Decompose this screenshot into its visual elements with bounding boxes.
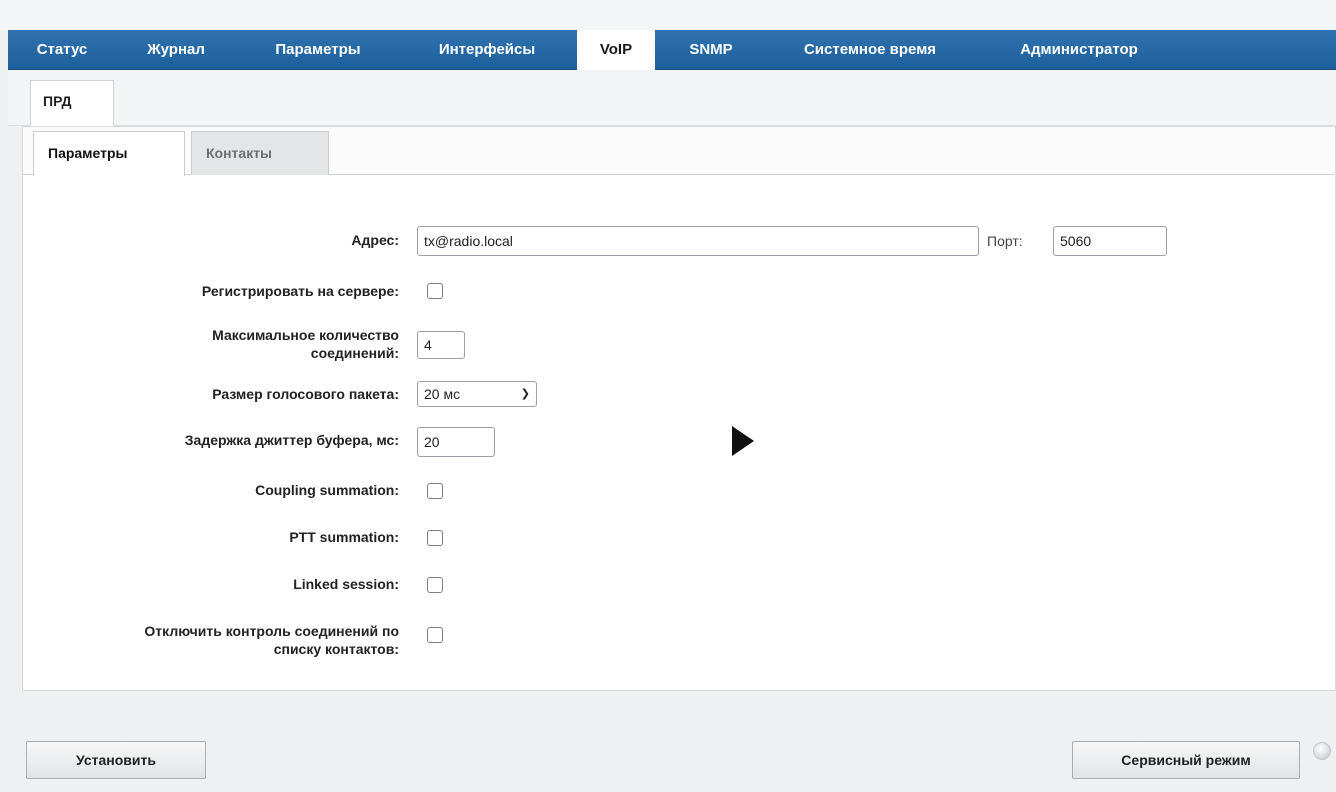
tab-row: Параметры Контакты xyxy=(23,127,1335,176)
nav-tab-administrator[interactable]: Администратор xyxy=(988,30,1170,70)
packet-size-label: Размер голосового пакета: xyxy=(212,386,399,402)
linked-session-label: Linked session: xyxy=(293,576,399,592)
address-label: Адрес: xyxy=(351,232,399,248)
nav-tab-parameters[interactable]: Параметры xyxy=(244,30,392,70)
tab-parameters[interactable]: Параметры xyxy=(33,131,185,176)
nav-tab-voip[interactable]: VoIP xyxy=(577,30,655,71)
register-checkbox[interactable] xyxy=(427,283,443,299)
nav-tab-log[interactable]: Журнал xyxy=(122,30,230,70)
max-connections-label-line1: Максимальное количество xyxy=(212,327,399,343)
tab-contacts[interactable]: Контакты xyxy=(191,131,329,175)
service-mode-button[interactable]: Сервисный режим xyxy=(1072,741,1300,779)
disable-contact-control-label: Отключить контроль соединений по списку … xyxy=(144,622,399,658)
chevron-down-icon: ❯ xyxy=(520,388,530,400)
max-connections-label-line2: соединений: xyxy=(310,345,399,361)
mouse-cursor-icon xyxy=(732,426,754,456)
apply-button[interactable]: Установить xyxy=(26,741,206,779)
max-connections-label: Максимальное количество соединений: xyxy=(212,326,399,362)
port-label: Порт: xyxy=(987,233,1023,249)
disable-contact-control-label-line2: списку контактов: xyxy=(273,641,399,657)
nav-tab-system-time[interactable]: Системное время xyxy=(762,30,978,70)
nav-tab-snmp[interactable]: SNMP xyxy=(670,30,752,70)
nav-tab-interfaces[interactable]: Интерфейсы xyxy=(408,30,566,70)
ptt-summation-checkbox[interactable] xyxy=(427,530,443,546)
settings-panel: Параметры Контакты Адрес: Порт: Регистри… xyxy=(22,126,1336,691)
packet-size-value: 20 мс xyxy=(424,386,461,402)
disable-contact-control-checkbox[interactable] xyxy=(427,627,443,643)
nav-tab-status[interactable]: Статус xyxy=(8,30,116,70)
sub-nav: ПРД xyxy=(8,70,1336,127)
top-strip xyxy=(0,0,1336,30)
subtab-prd[interactable]: ПРД xyxy=(30,80,114,127)
jitter-input[interactable] xyxy=(417,427,495,457)
coupling-summation-checkbox[interactable] xyxy=(427,483,443,499)
coupling-summation-label: Coupling summation: xyxy=(255,482,399,498)
address-input[interactable] xyxy=(417,226,979,256)
ptt-summation-label: PTT summation: xyxy=(289,529,399,545)
packet-size-select[interactable]: 20 мс ❯ xyxy=(417,381,537,407)
jitter-label: Задержка джиттер буфера, мс: xyxy=(184,432,399,448)
linked-session-checkbox[interactable] xyxy=(427,577,443,593)
disable-contact-control-label-line1: Отключить контроль соединений по xyxy=(144,623,399,639)
port-input[interactable] xyxy=(1053,226,1167,256)
register-label: Регистрировать на сервере: xyxy=(201,283,399,299)
main-nav: Статус Журнал Параметры Интерфейсы VoIP … xyxy=(8,30,1336,71)
status-indicator-icon xyxy=(1313,742,1331,760)
max-connections-input[interactable] xyxy=(417,331,465,359)
